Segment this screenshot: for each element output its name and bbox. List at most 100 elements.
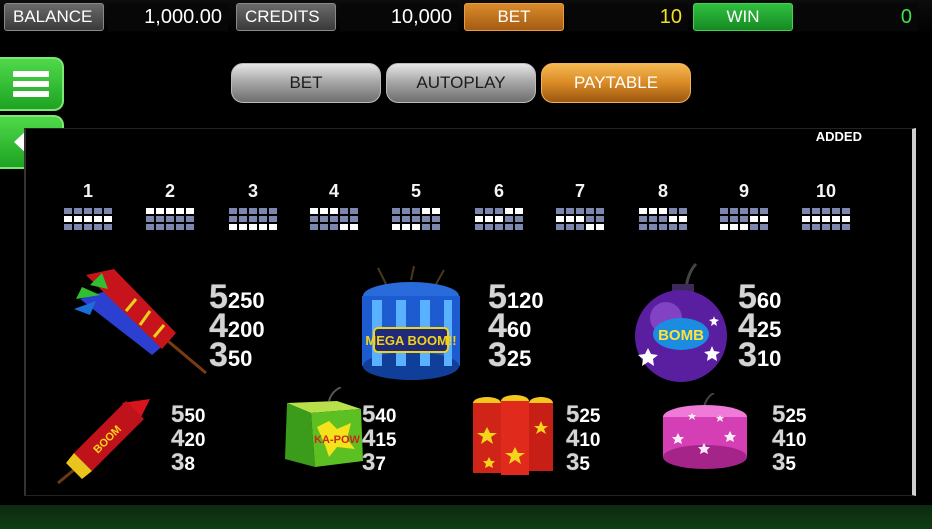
bottom-strip <box>0 505 932 529</box>
payline-cell <box>104 224 112 230</box>
firecrackers-symbol <box>473 395 553 475</box>
payline-cell <box>812 208 820 214</box>
payline-cell <box>330 208 338 214</box>
payline-cell <box>392 216 400 222</box>
payline-cell <box>669 208 677 214</box>
payline-cell <box>842 216 850 222</box>
payline-cell <box>832 208 840 214</box>
payline-cell <box>659 208 667 214</box>
tab-bet[interactable]: BET <box>231 63 381 103</box>
payline-cell <box>649 208 657 214</box>
payline-cell <box>259 224 267 230</box>
payline-cell <box>249 216 257 222</box>
payline-cell <box>515 208 523 214</box>
payline-cell <box>515 224 523 230</box>
paytable-firecrackers: 525 410 35 <box>566 401 601 476</box>
payline-cell <box>566 216 574 222</box>
payline-cell <box>320 224 328 230</box>
payline-cell <box>340 216 348 222</box>
payline-cell <box>720 224 728 230</box>
payline-pattern <box>223 208 283 230</box>
added-label: ADDED <box>815 129 862 144</box>
payline-cell <box>330 216 338 222</box>
payline-cell <box>94 216 102 222</box>
payline-number: 2 <box>164 181 175 201</box>
payline-cell <box>586 208 594 214</box>
payline-cell <box>176 224 184 230</box>
payline-number: 8 <box>657 181 668 201</box>
payline-cell <box>639 208 647 214</box>
credits-label: CREDITS <box>236 3 336 31</box>
payline-cell <box>556 208 564 214</box>
payline-cell <box>166 208 174 214</box>
rockets-symbol <box>74 269 207 375</box>
payline-cell <box>84 216 92 222</box>
paytable-bomb: 560 425 310 <box>738 278 782 374</box>
payline-cell <box>74 224 82 230</box>
payline-number: 5 <box>410 181 421 201</box>
payline-cell <box>566 224 574 230</box>
payline-cell <box>679 224 687 230</box>
payline-cell <box>186 224 194 230</box>
payline-cell <box>812 224 820 230</box>
payline-cell <box>842 208 850 214</box>
payline-cell <box>750 208 758 214</box>
payline-cell <box>64 208 72 214</box>
payline-6: 6 <box>469 181 529 230</box>
payline-cell <box>422 208 430 214</box>
payline-cell <box>596 208 604 214</box>
tab-paytable[interactable]: PAYTABLE <box>541 63 691 103</box>
payline-pattern <box>386 208 446 230</box>
payline-cell <box>422 216 430 222</box>
payline-cell <box>310 208 318 214</box>
payline-cell <box>156 216 164 222</box>
payline-cell <box>146 208 154 214</box>
payline-cell <box>679 216 687 222</box>
payline-cell <box>802 224 810 230</box>
payline-cell <box>340 224 348 230</box>
tab-autoplay[interactable]: AUTOPLAY <box>386 63 536 103</box>
hamburger-menu-icon <box>13 71 49 97</box>
payline-cell <box>649 216 657 222</box>
payline-cell <box>659 216 667 222</box>
payline-cell <box>485 208 493 214</box>
payline-cell <box>505 208 513 214</box>
payline-1: 1 <box>58 181 118 230</box>
payline-cell <box>586 216 594 222</box>
payline-cell <box>566 208 574 214</box>
payline-cell <box>760 208 768 214</box>
payline-cell <box>822 224 830 230</box>
payline-cell <box>176 216 184 222</box>
payline-cell <box>94 224 102 230</box>
bomb-symbol: BOMB <box>635 262 727 382</box>
payline-cell <box>422 224 430 230</box>
payline-cell <box>229 224 237 230</box>
payline-cell <box>812 216 820 222</box>
payline-number: 10 <box>815 181 837 201</box>
payline-cell <box>104 208 112 214</box>
payline-pattern <box>633 208 693 230</box>
payline-cell <box>259 216 267 222</box>
boom-rocket-symbol: BOOM <box>57 399 150 485</box>
menu-button[interactable] <box>0 57 64 111</box>
payline-cell <box>269 216 277 222</box>
payline-cell <box>249 224 257 230</box>
paytable-pink-cake: 525 410 35 <box>772 401 807 476</box>
payline-cell <box>485 216 493 222</box>
payline-cell <box>156 224 164 230</box>
payline-cell <box>340 208 348 214</box>
payline-cell <box>229 216 237 222</box>
payline-cell <box>586 224 594 230</box>
payline-cell <box>402 224 410 230</box>
payline-cell <box>269 224 277 230</box>
payline-cell <box>412 216 420 222</box>
payline-cell <box>239 224 247 230</box>
payline-cell <box>64 224 72 230</box>
payline-pattern <box>714 208 774 230</box>
payline-cell <box>495 224 503 230</box>
payline-cell <box>350 208 358 214</box>
payline-cell <box>730 208 738 214</box>
payline-cell <box>832 216 840 222</box>
payline-cell <box>310 224 318 230</box>
payline-cell <box>832 224 840 230</box>
